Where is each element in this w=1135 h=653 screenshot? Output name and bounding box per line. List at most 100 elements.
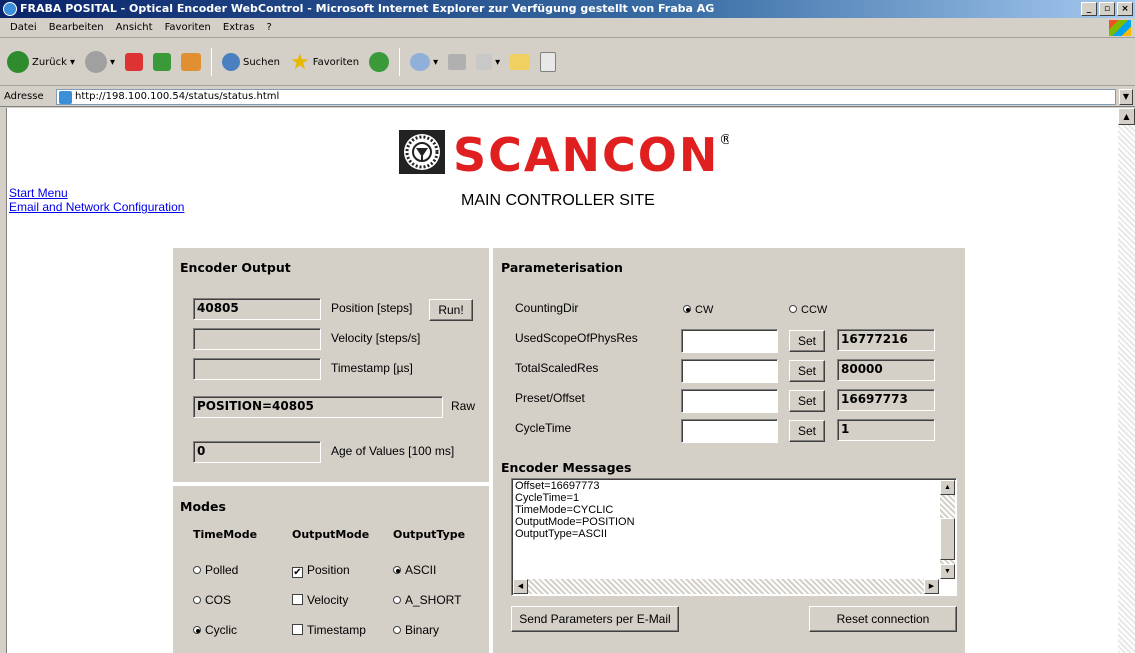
scroll-up-icon[interactable]: ▲ bbox=[940, 480, 955, 495]
stop-icon bbox=[125, 53, 143, 71]
raw-label: Raw bbox=[451, 399, 476, 413]
close-button[interactable]: × bbox=[1117, 2, 1133, 16]
timemode-polled-option[interactable]: Polled bbox=[193, 563, 238, 577]
message-line: Offset=16697773 bbox=[515, 480, 600, 492]
used-scope-input[interactable] bbox=[681, 329, 778, 353]
menu-help[interactable]: ? bbox=[261, 22, 278, 33]
outputmode-velocity-option[interactable]: Velocity bbox=[292, 593, 348, 607]
checkbox-icon[interactable] bbox=[292, 594, 303, 605]
radio-selected-icon[interactable] bbox=[193, 626, 201, 634]
preset-offset-set-button[interactable]: Set bbox=[789, 390, 825, 412]
messages-hscroll[interactable]: ◀ ▶ bbox=[513, 579, 939, 594]
total-scaled-set-button[interactable]: Set bbox=[789, 360, 825, 382]
parameterisation-panel: Parameterisation CountingDir CW CCW Used… bbox=[493, 248, 965, 653]
scroll-right-icon[interactable]: ▶ bbox=[924, 579, 939, 594]
stop-button[interactable] bbox=[122, 47, 146, 77]
ccw-option[interactable]: CCW bbox=[789, 304, 827, 316]
timemode-cos-option[interactable]: COS bbox=[193, 593, 231, 607]
history-button[interactable] bbox=[366, 47, 392, 77]
output-mode-header: OutputMode bbox=[292, 528, 370, 541]
scroll-down-icon[interactable]: ▼ bbox=[940, 564, 955, 579]
timestamp-label: Timestamp [µs] bbox=[331, 361, 413, 375]
cycle-time-set-button[interactable]: Set bbox=[789, 420, 825, 442]
send-parameters-email-button[interactable]: Send Parameters per E-Mail bbox=[511, 606, 679, 632]
param-label-preset-offset: Preset/Offset bbox=[515, 391, 585, 405]
menu-ansicht[interactable]: Ansicht bbox=[110, 22, 159, 33]
parameterisation-title: Parameterisation bbox=[501, 260, 623, 275]
cw-option[interactable]: CW bbox=[683, 304, 713, 316]
output-type-header: OutputType bbox=[393, 528, 466, 541]
message-line: OutputType=ASCII bbox=[515, 528, 608, 540]
outputmode-timestamp-option[interactable]: Timestamp bbox=[292, 623, 366, 637]
browser-window: FRABA POSITAL - Optical Encoder WebContr… bbox=[0, 0, 1135, 653]
scroll-left-icon[interactable]: ◀ bbox=[513, 579, 528, 594]
messages-vscroll[interactable]: ▲ ▼ bbox=[940, 480, 955, 579]
encoder-output-title: Encoder Output bbox=[180, 260, 291, 275]
cycle-time-input[interactable] bbox=[681, 419, 778, 443]
checkbox-icon[interactable] bbox=[292, 624, 303, 635]
forward-button[interactable]: ▾ bbox=[82, 47, 118, 77]
radio-icon[interactable] bbox=[393, 596, 401, 604]
search-icon bbox=[222, 53, 240, 71]
param-label-used-scope: UsedScopeOfPhysRes bbox=[515, 331, 638, 345]
menu-bearbeiten[interactable]: Bearbeiten bbox=[43, 22, 110, 33]
reset-connection-button[interactable]: Reset connection bbox=[809, 606, 957, 632]
home-button[interactable] bbox=[178, 47, 204, 77]
run-button[interactable]: Run! bbox=[429, 299, 473, 321]
preset-offset-input[interactable] bbox=[681, 389, 778, 413]
outputtype-ascii-option[interactable]: ASCII bbox=[393, 563, 436, 577]
forward-arrow-icon bbox=[84, 51, 107, 73]
timemode-cyclic-option[interactable]: Cyclic bbox=[193, 623, 237, 637]
address-input[interactable]: http://198.100.100.54/status/status.html bbox=[56, 89, 1116, 105]
total-scaled-input[interactable] bbox=[681, 359, 778, 383]
print-button[interactable] bbox=[445, 47, 469, 77]
start-menu-link[interactable]: Start Menu bbox=[9, 186, 184, 200]
back-label: Zurück bbox=[32, 56, 67, 68]
time-mode-header: TimeMode bbox=[193, 528, 258, 541]
radio-icon[interactable] bbox=[393, 626, 401, 634]
used-scope-set-button[interactable]: Set bbox=[789, 330, 825, 352]
svg-text:SCANCON: SCANCON bbox=[453, 128, 719, 176]
menu-extras[interactable]: Extras bbox=[217, 22, 261, 33]
outputtype-binary-option[interactable]: Binary bbox=[393, 623, 439, 637]
page-subtitle: MAIN CONTROLLER SITE bbox=[461, 192, 655, 209]
outputtype-ashort-option[interactable]: A_SHORT bbox=[393, 593, 461, 607]
search-label: Suchen bbox=[243, 56, 281, 68]
back-button[interactable]: Zurück ▾ bbox=[4, 47, 78, 77]
address-dropdown-button[interactable]: ▼ bbox=[1119, 89, 1133, 105]
edit-button[interactable]: ▾ bbox=[473, 47, 503, 77]
menu-datei[interactable]: Datei bbox=[4, 22, 43, 33]
page-scrollbar[interactable]: ▲ bbox=[1118, 108, 1135, 653]
refresh-button[interactable] bbox=[150, 47, 174, 77]
message-line: OutputMode=POSITION bbox=[515, 516, 635, 528]
encoder-messages-textarea[interactable]: Offset=16697773 CycleTime=1 TimeMode=CYC… bbox=[511, 478, 957, 596]
toolbar: Zurück ▾ ▾ Suchen ★ Favoriten ▾ ▾ bbox=[0, 39, 1135, 86]
search-button[interactable]: Suchen bbox=[219, 47, 283, 77]
favorites-button[interactable]: ★ Favoriten bbox=[287, 47, 362, 77]
counting-dir-label: CountingDir bbox=[515, 301, 579, 315]
maximize-button[interactable]: ▫ bbox=[1099, 2, 1115, 16]
address-bar: Adresse http://198.100.100.54/status/sta… bbox=[0, 87, 1135, 107]
history-icon bbox=[369, 52, 390, 72]
radio-icon[interactable] bbox=[193, 566, 201, 574]
messenger-button[interactable] bbox=[537, 47, 559, 77]
scroll-up-icon[interactable]: ▲ bbox=[1118, 108, 1135, 125]
checkbox-checked-icon[interactable]: ✔ bbox=[292, 567, 303, 578]
folder-icon bbox=[510, 54, 531, 70]
scancon-logo: SCANCON ® bbox=[399, 126, 733, 182]
radio-selected-icon[interactable] bbox=[393, 566, 401, 574]
mail-button[interactable]: ▾ bbox=[407, 47, 441, 77]
scroll-thumb[interactable] bbox=[940, 518, 955, 560]
minimize-button[interactable]: _ bbox=[1081, 2, 1097, 16]
velocity-label: Velocity [steps/s] bbox=[331, 331, 421, 345]
outputmode-position-option[interactable]: ✔ Position bbox=[292, 563, 350, 578]
email-network-config-link[interactable]: Email and Network Configuration bbox=[9, 200, 184, 214]
menu-favoriten[interactable]: Favoriten bbox=[159, 22, 217, 33]
message-line: TimeMode=CYCLIC bbox=[515, 504, 614, 516]
radio-selected-icon[interactable] bbox=[683, 305, 691, 313]
position-label: Position [steps] bbox=[331, 301, 413, 315]
radio-icon[interactable] bbox=[789, 305, 797, 313]
radio-icon[interactable] bbox=[193, 596, 201, 604]
cycle-time-value: 1 bbox=[837, 419, 935, 441]
folder-button[interactable] bbox=[507, 47, 533, 77]
